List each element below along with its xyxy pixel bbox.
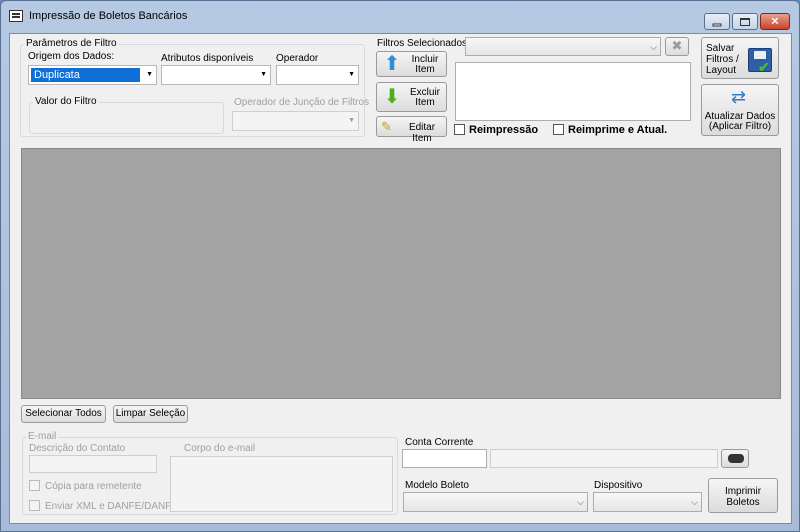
atributos-label: Atributos disponíveis <box>161 53 254 64</box>
selecionar-todos-button[interactable]: Selecionar Todos <box>21 405 106 423</box>
close-icon: ✕ <box>770 16 780 27</box>
enviar-xml-checkbox[interactable] <box>29 500 40 511</box>
descricao-contato-label: Descrição do Contato <box>29 443 126 454</box>
incluir-item-button[interactable]: ⬆ Incluir Item <box>376 51 447 77</box>
imprimir-boletos-label: Imprimir Boletos <box>724 486 762 508</box>
filter-params-label: Parâmetros de Filtro <box>24 38 119 49</box>
email-group-label: E-mail <box>26 431 59 442</box>
conta-corrente-code-input[interactable] <box>402 449 487 468</box>
conta-corrente-desc-input[interactable] <box>490 449 718 468</box>
juncao-label: Operador de Junção de Filtros <box>234 97 370 108</box>
excluir-item-button[interactable]: ⬇ Excluir Item <box>376 82 447 112</box>
binoculars-icon <box>728 454 744 463</box>
modelo-boleto-label: Modelo Boleto <box>405 480 469 491</box>
boletos-grid[interactable] <box>21 148 781 399</box>
reimprime-checkbox[interactable] <box>553 124 564 135</box>
selecionar-todos-label: Selecionar Todos <box>25 408 102 419</box>
imprimir-boletos-button[interactable]: Imprimir Boletos <box>708 478 778 513</box>
arrow-up-icon: ⬆ <box>383 53 401 75</box>
limpar-selecao-label: Limpar Seleção <box>115 408 186 419</box>
juncao-select[interactable]: ▼ <box>232 111 359 131</box>
limpar-selecao-button[interactable]: Limpar Seleção <box>113 405 188 423</box>
enviar-xml-label: Enviar XML e DANFE/DANFSE <box>45 501 185 512</box>
valor-filtro-label: Valor do Filtro <box>33 96 99 107</box>
copia-remetente-label: Cópia para remetente <box>45 481 142 492</box>
refresh-icon: ⇄ <box>731 87 747 107</box>
main-window: Impressão de Boletos Bancários ✕ Parâmet… <box>0 0 800 532</box>
chevron-down-icon: ▼ <box>348 71 355 78</box>
minimize-icon <box>712 23 722 26</box>
reimpressao-checkbox[interactable] <box>454 124 465 135</box>
copia-remetente-checkbox[interactable] <box>29 480 40 491</box>
arrow-down-icon: ⬇ <box>383 86 401 108</box>
reimpressao-label: Reimpressão <box>469 124 539 136</box>
chevron-down-icon: ⌵ <box>650 42 657 52</box>
chevron-down-icon: ⌵ <box>577 497 584 507</box>
maximize-button[interactable] <box>732 13 758 30</box>
modelo-boleto-select[interactable]: ⌵ <box>403 492 588 512</box>
corpo-email-label: Corpo do e-mail <box>184 443 256 454</box>
window-title: Impressão de Boletos Bancários <box>29 10 188 22</box>
conta-corrente-label: Conta Corrente <box>405 437 474 448</box>
title-bar: Impressão de Boletos Bancários ✕ <box>1 1 799 33</box>
reimprime-label: Reimprime e Atual. <box>568 124 668 136</box>
dispositivo-select[interactable]: ⌵ <box>593 492 702 512</box>
saved-filters-select[interactable]: ⌵ <box>465 37 661 56</box>
buscar-conta-button[interactable] <box>721 449 749 468</box>
maximize-icon <box>740 17 750 26</box>
origem-select[interactable]: Duplicata ▼ <box>28 65 157 85</box>
chevron-down-icon: ⌵ <box>691 497 698 507</box>
filtros-selecionados-label: Filtros Selecionados <box>377 38 468 49</box>
atributos-select[interactable]: ▼ <box>161 65 271 85</box>
origem-value: Duplicata <box>31 68 140 82</box>
chevron-down-icon: ▼ <box>348 117 355 124</box>
chevron-down-icon: ▼ <box>146 71 153 78</box>
salvar-filtros-label: Salvar Filtros / Layout <box>706 43 739 76</box>
salvar-filtros-button[interactable]: Salvar Filtros / Layout ✔ <box>701 37 779 79</box>
app-window-icon <box>9 10 23 22</box>
corpo-email-input[interactable] <box>170 456 393 512</box>
clear-filter-button[interactable]: ✖ <box>665 37 689 56</box>
editar-item-button[interactable]: ✎ Editar Item <box>376 116 447 144</box>
origem-label: Origem dos Dados: <box>28 51 115 62</box>
excluir-item-label: Excluir Item <box>409 87 440 108</box>
client-area: Parâmetros de Filtro Origem dos Dados: D… <box>9 33 792 524</box>
chevron-down-icon: ▼ <box>260 71 267 78</box>
selected-filters-list[interactable] <box>455 62 691 121</box>
atualizar-dados-button[interactable]: ⇄ Atualizar Dados (Aplicar Filtro) <box>701 84 779 136</box>
incluir-item-label: Incluir Item <box>411 54 439 75</box>
pencil-icon: ✎ <box>381 119 392 134</box>
operador-select[interactable]: ▼ <box>276 65 359 85</box>
descricao-contato-input[interactable] <box>29 455 157 473</box>
clear-x-icon: ✖ <box>671 38 683 53</box>
floppy-check-icon: ✔ <box>748 48 772 75</box>
operador-label: Operador <box>276 53 319 64</box>
editar-item-label: Editar Item <box>408 122 436 144</box>
close-button[interactable]: ✕ <box>760 13 790 30</box>
minimize-button[interactable] <box>704 13 730 30</box>
dispositivo-label: Dispositivo <box>594 480 643 491</box>
atualizar-dados-label: Atualizar Dados (Aplicar Filtro) <box>704 111 776 132</box>
